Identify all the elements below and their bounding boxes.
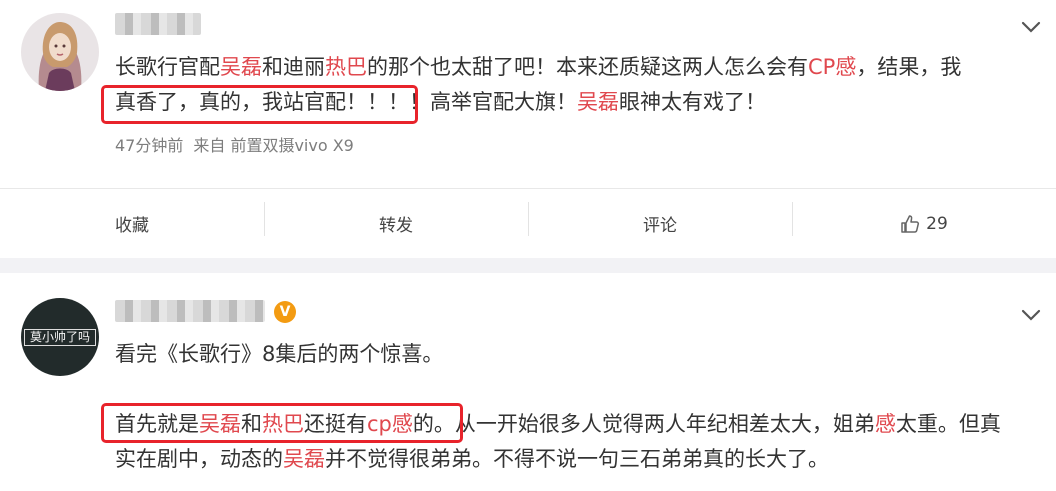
text-segment: ，结果，我 [856, 55, 962, 79]
text-segment: 并不觉得很弟弟。不得不说一句三石弟弟真的长大了。 [325, 447, 829, 471]
text-segment: 长歌行官配 [115, 55, 220, 79]
post-separator [0, 258, 1056, 273]
like-button[interactable]: 29 [792, 189, 1056, 258]
username-blurred[interactable] [115, 300, 265, 322]
chevron-down-icon[interactable] [1020, 16, 1042, 38]
weibo-post: 长歌行官配吴磊和迪丽热巴的那个也太甜了吧！本来还质疑这两人怎么会有CP感，结果，… [0, 0, 1056, 258]
text-segment: 看完《长歌行》8集后的两个惊喜。 [115, 342, 444, 366]
chevron-down-icon[interactable] [1020, 304, 1042, 326]
text-segment: 实在剧中，动态的 [115, 447, 283, 471]
highlight-box [101, 85, 418, 124]
post-line [115, 372, 1001, 407]
thumbs-up-icon [901, 214, 920, 233]
post-meta: 47分钟前 来自 前置双摄vivo X9 [115, 132, 354, 156]
avatar[interactable]: 莫小帅了吗 [21, 298, 99, 376]
repost-button[interactable]: 转发 [264, 189, 528, 258]
avatar[interactable] [21, 13, 99, 91]
verified-badge-icon: V [274, 301, 296, 323]
highlighted-keyword[interactable]: 吴磊 [577, 90, 619, 114]
action-bar: 收藏 转发 评论 29 [0, 189, 1056, 258]
highlighted-keyword[interactable]: CP感 [808, 55, 856, 79]
post-time[interactable]: 47分钟前 [115, 136, 183, 155]
highlighted-keyword[interactable]: 感 [875, 412, 896, 436]
weibo-post: 莫小帅了吗 V 看完《长歌行》8集后的两个惊喜。 首先就是吴磊和热巴还挺有cp感… [0, 273, 1056, 491]
comment-label: 评论 [643, 216, 677, 236]
highlighted-keyword[interactable]: 吴磊 [220, 55, 262, 79]
favorite-button[interactable]: 收藏 [0, 189, 264, 258]
text-segment: 和迪丽 [262, 55, 325, 79]
post-line: 长歌行官配吴磊和迪丽热巴的那个也太甜了吧！本来还质疑这两人怎么会有CP感，结果，… [115, 50, 961, 85]
text-segment: 太重。但真 [895, 412, 1001, 436]
post-source[interactable]: 来自 前置双摄vivo X9 [193, 136, 354, 155]
avatar-text: 莫小帅了吗 [24, 329, 96, 346]
text-segment: 的。从一开始很多人觉得两人年纪相差太大，姐弟 [412, 412, 875, 436]
post-line: 实在剧中，动态的吴磊并不觉得很弟弟。不得不说一句三石弟弟真的长大了。 [115, 442, 1001, 477]
highlight-box [101, 403, 463, 443]
highlighted-keyword[interactable]: 吴磊 [283, 447, 325, 471]
favorite-label: 收藏 [115, 216, 149, 236]
text-segment: 眼神太有戏了！ [619, 90, 766, 114]
text-segment: 的那个也太甜了吧！本来还质疑这两人怎么会有 [367, 55, 808, 79]
like-count: 29 [926, 213, 948, 234]
highlighted-keyword[interactable]: 热巴 [325, 55, 367, 79]
repost-label: 转发 [379, 216, 413, 236]
username-blurred[interactable] [115, 13, 201, 35]
comment-button[interactable]: 评论 [528, 189, 792, 258]
post-line: 看完《长歌行》8集后的两个惊喜。 [115, 337, 1001, 372]
